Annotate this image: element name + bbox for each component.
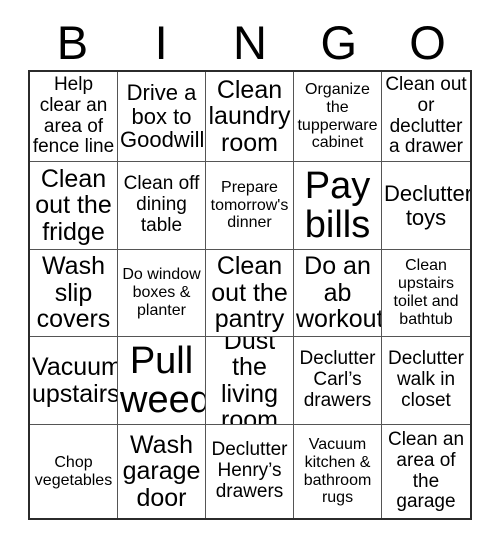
bingo-cell[interactable]: Do an ab workout [294, 250, 382, 337]
bingo-cell[interactable]: Declutter Henry’s drawers [206, 425, 294, 518]
bingo-cell-label: Help clear an area of fence line [32, 73, 115, 158]
bingo-cell-label: Clean off dining table [123, 173, 200, 236]
bingo-cell-label: Clean upstairs toilet and bathtub [393, 257, 459, 328]
bingo-cell[interactable]: Help clear an area of fence line [30, 72, 118, 162]
bingo-cell-label: Declutter Henry’s drawers [211, 439, 288, 502]
bingo-cell[interactable]: Chop vegetables [30, 425, 118, 518]
bingo-cell[interactable]: Clean off dining table [118, 162, 206, 250]
bingo-cell[interactable]: Wash garage door [118, 425, 206, 518]
bingo-cell-label: Clean out the fridge [35, 164, 112, 246]
bingo-cell-label: Vacuum upstairs [32, 353, 118, 408]
bingo-cell-label: Pay bills [304, 164, 371, 246]
bingo-cell-label: Declutter walk in closet [387, 348, 465, 411]
bingo-cell-label: Clean out the pantry [211, 252, 288, 334]
bingo-cell[interactable]: Vacuum upstairs [30, 337, 118, 425]
bingo-cell[interactable]: Vacuum kitchen & bathroom rugs [294, 425, 382, 518]
bingo-cell[interactable]: Clean an area of the garage [382, 425, 470, 518]
bingo-cell-label: Do an ab workout [296, 252, 382, 334]
header-letter-b: B [56, 15, 89, 69]
bingo-cell[interactable]: Do window boxes & planter [118, 250, 206, 337]
bingo-cell-label: Drive a box to Goodwill [120, 79, 205, 153]
bingo-cell-label: Clean laundry room [208, 75, 291, 157]
bingo-cell[interactable]: Clean laundry room [206, 72, 294, 162]
bingo-cell-label: Organize the tupperware cabinet [297, 80, 378, 152]
bingo-cell-label: Prepare tomorrow's dinner [210, 178, 289, 232]
bingo-cell[interactable]: Pull weeds [118, 337, 206, 425]
header-letter-g: G [320, 15, 358, 69]
bingo-cell[interactable]: Wash slip covers [30, 250, 118, 337]
bingo-header: B I N G O [28, 14, 472, 70]
bingo-cell-label: Chop vegetables [34, 453, 113, 489]
bingo-cell[interactable]: Declutter Carl’s drawers [294, 337, 382, 425]
bingo-cell[interactable]: Clean out the fridge [30, 162, 118, 250]
header-letter-i: I [154, 15, 168, 69]
bingo-cell-label: Vacuum kitchen & bathroom rugs [303, 435, 372, 507]
bingo-cell[interactable]: Drive a box to Goodwill [118, 72, 206, 162]
bingo-cell-label: Wash slip covers [36, 252, 111, 334]
bingo-card: B I N G O Help clear an area of fence li… [0, 0, 500, 544]
bingo-cell[interactable]: Pay bills [294, 162, 382, 250]
bingo-cell[interactable]: Declutter toys [382, 162, 470, 250]
bingo-cell-label: Wash garage door [122, 430, 201, 512]
bingo-cell[interactable]: Organize the tupperware cabinet [294, 72, 382, 162]
header-letter-o: O [409, 15, 446, 69]
bingo-grid: Help clear an area of fence line Drive a… [28, 70, 472, 520]
bingo-cell[interactable]: Prepare tomorrow's dinner [206, 162, 294, 250]
bingo-cell[interactable]: Dust the living room [206, 337, 294, 425]
bingo-cell-label: Do window boxes & planter [122, 266, 201, 319]
bingo-cell[interactable]: Clean out or declutter a drawer [382, 72, 470, 162]
bingo-cell-label: Clean out or declutter a drawer [385, 73, 467, 158]
bingo-cell-label: Dust the living room [221, 337, 278, 425]
bingo-cell[interactable]: Declutter walk in closet [382, 337, 470, 425]
header-letter-n: N [233, 15, 267, 69]
bingo-cell-label: Clean an area of the garage [387, 428, 465, 513]
bingo-cell[interactable]: Clean out the pantry [206, 250, 294, 337]
bingo-cell[interactable]: Clean upstairs toilet and bathtub [382, 250, 470, 337]
bingo-cell-label: Declutter toys [384, 180, 470, 230]
bingo-cell-label: Pull weeds [120, 339, 205, 421]
bingo-cell-label: Declutter Carl’s drawers [299, 348, 376, 411]
